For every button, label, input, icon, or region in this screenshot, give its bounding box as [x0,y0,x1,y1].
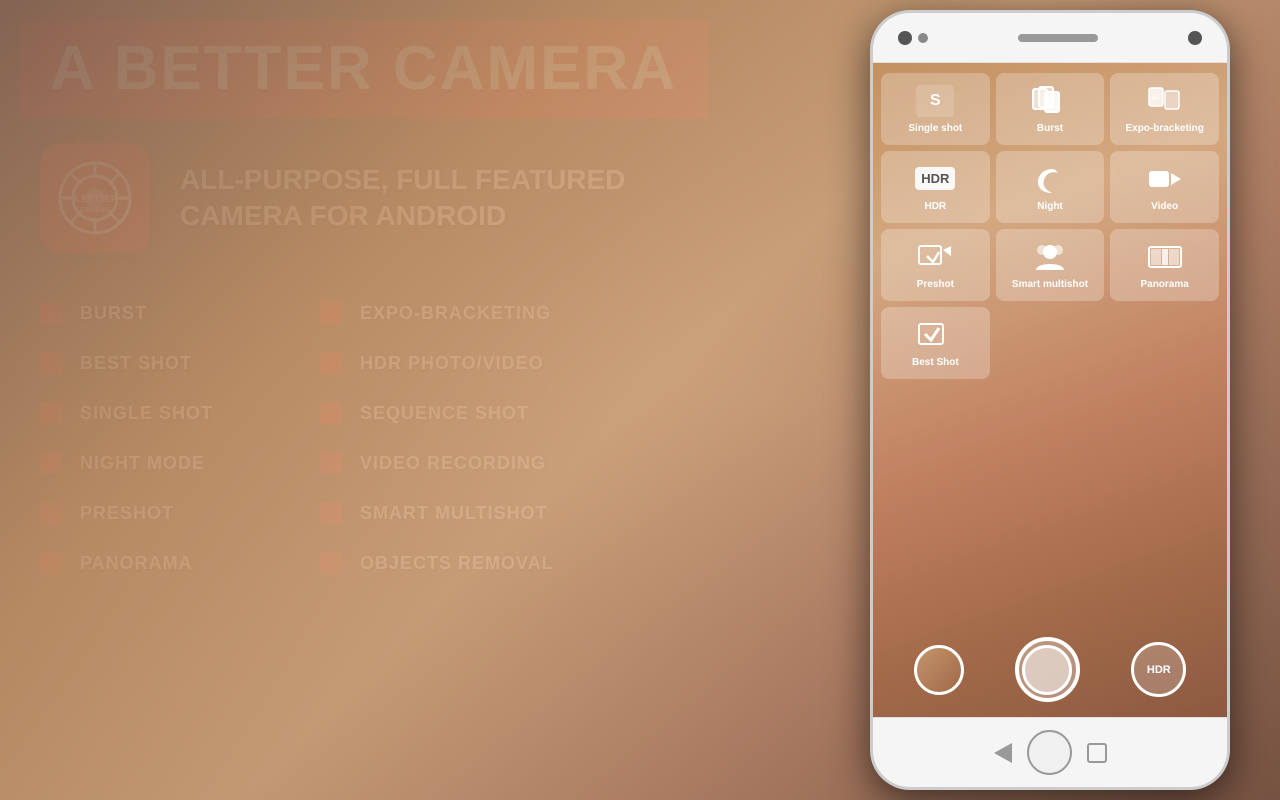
back-button[interactable] [994,743,1012,763]
photo-thumbnail[interactable] [914,645,964,695]
camera-mode-bestshot[interactable]: Best Shot [881,307,990,379]
expo-icon: +/- [1145,83,1185,118]
camera-mode-hdr[interactable]: HDR HDR [881,151,990,223]
smart-label: Smart multishot [1012,279,1088,291]
panorama-label: Panorama [1140,279,1188,291]
camera-bottom-controls: HDR [873,637,1227,702]
shutter-button[interactable] [1015,637,1080,702]
recents-button[interactable] [1087,743,1107,763]
panorama-icon [1145,239,1185,274]
video-icon [1145,161,1185,196]
camera-mode-video[interactable]: Video [1110,151,1219,223]
camera-mode-panorama[interactable]: Panorama [1110,229,1219,301]
single-shot-label: Single shot [908,123,962,135]
camera-mode-expo[interactable]: +/- Expo-bracketing [1110,73,1219,145]
phone-mockup: S Single shot Burst [870,10,1230,790]
camera-mode-smart[interactable]: Smart multishot [996,229,1105,301]
hdr-toggle-badge[interactable]: HDR [1131,642,1186,697]
expo-label: Expo-bracketing [1125,123,1203,135]
main-content: A BETTER CAMERA A BETTER CAMERA [0,0,1280,800]
preshot-icon [915,239,955,274]
burst-icon [1030,83,1070,118]
camera-mode-single[interactable]: S Single shot [881,73,990,145]
hdr-badge-text: HDR [1147,664,1171,676]
front-camera-dot [898,31,912,45]
preshot-label: Preshot [917,279,954,291]
camera-mode-grid: S Single shot Burst [873,63,1227,389]
home-button[interactable] [1027,730,1072,775]
single-shot-icon: S [915,83,955,118]
phone-nav-bar [873,717,1227,787]
burst-label: Burst [1037,123,1063,135]
earpiece-speaker [1018,34,1098,42]
video-label: Video [1151,201,1178,213]
camera-mode-burst[interactable]: Burst [996,73,1105,145]
sensor-dot [918,33,928,43]
shutter-inner-ring [1022,645,1072,695]
camera-mode-preshot[interactable]: Preshot [881,229,990,301]
camera-mode-night[interactable]: Night [996,151,1105,223]
best-shot-icon [915,317,955,352]
back-camera-dot [1188,31,1202,45]
hdr-label: HDR [924,201,946,213]
phone-screen: S Single shot Burst [873,63,1227,717]
phone-top-bar [873,13,1227,63]
night-label: Night [1037,201,1063,213]
night-mode-icon [1030,161,1070,196]
best-shot-label: Best Shot [912,357,959,369]
hdr-mode-icon: HDR [915,161,955,196]
phone-container: S Single shot Burst [840,0,1260,800]
svg-text:+/-: +/- [1150,93,1160,102]
smart-multishot-icon [1030,239,1070,274]
front-camera-area [898,31,928,45]
